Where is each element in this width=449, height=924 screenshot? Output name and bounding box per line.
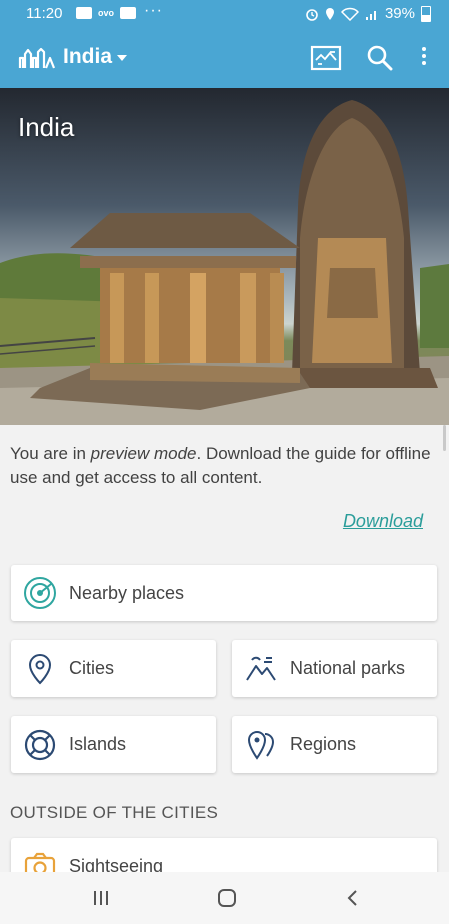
notification-camera-icon [120,7,137,19]
notification-label: ovo [98,8,115,18]
more-notifications-icon: ··· [144,2,163,19]
status-time: 11:20 [26,5,63,22]
download-link[interactable]: Download [343,511,423,532]
outside-cities-heading: OUTSIDE OF THE CITIES [10,803,219,822]
lifebuoy-icon [24,729,56,760]
battery-icon [421,5,431,22]
national-parks-label: National parks [290,658,406,678]
hero-title: India [18,112,75,142]
cities-card[interactable]: Cities [11,640,216,697]
nearby-places-label: Nearby places [69,582,185,603]
status-system-icons: 39% [305,5,431,22]
alarm-icon [306,8,318,21]
wifi-icon [340,7,359,21]
regions-card[interactable]: Regions [232,716,437,773]
map-icon[interactable] [310,44,342,72]
hero-image: India [0,88,449,425]
scrollbar[interactable] [443,425,446,451]
app-bar: India [0,28,449,88]
back-icon[interactable] [346,889,358,907]
national-parks-card[interactable]: National parks [232,640,437,697]
regions-label: Regions [290,734,357,754]
signal-icon [365,10,376,20]
search-icon[interactable] [366,44,394,72]
system-navigation-bar [0,872,449,924]
chevron-down-icon [117,55,128,61]
islands-card[interactable]: Islands [11,716,216,773]
mountain-icon [246,656,276,681]
location-icon [325,7,334,20]
radar-icon [24,577,56,609]
status-notification-icons: ovo [76,7,137,19]
battery-percent: 39% [384,5,415,22]
nearby-places-card[interactable]: Nearby places [11,565,437,621]
status-bar: 11:20 ovo ··· 39% [0,0,449,28]
destination-selector[interactable]: India [63,45,128,69]
notification-app-icon [76,7,92,19]
skyline-logo-icon [18,47,56,69]
preview-mode-text: preview mode [90,444,197,463]
location-pin-icon [28,653,52,684]
home-icon[interactable] [218,889,236,907]
multi-pin-icon [247,730,275,760]
preview-text-start: You are in [10,444,91,463]
overflow-menu-icon[interactable] [416,44,432,72]
app-bar-title: India [63,45,113,68]
cities-label: Cities [69,658,115,678]
recent-apps-icon[interactable] [93,890,109,906]
islands-label: Islands [69,734,127,754]
preview-notice: You are in preview mode. Download the gu… [10,442,440,490]
